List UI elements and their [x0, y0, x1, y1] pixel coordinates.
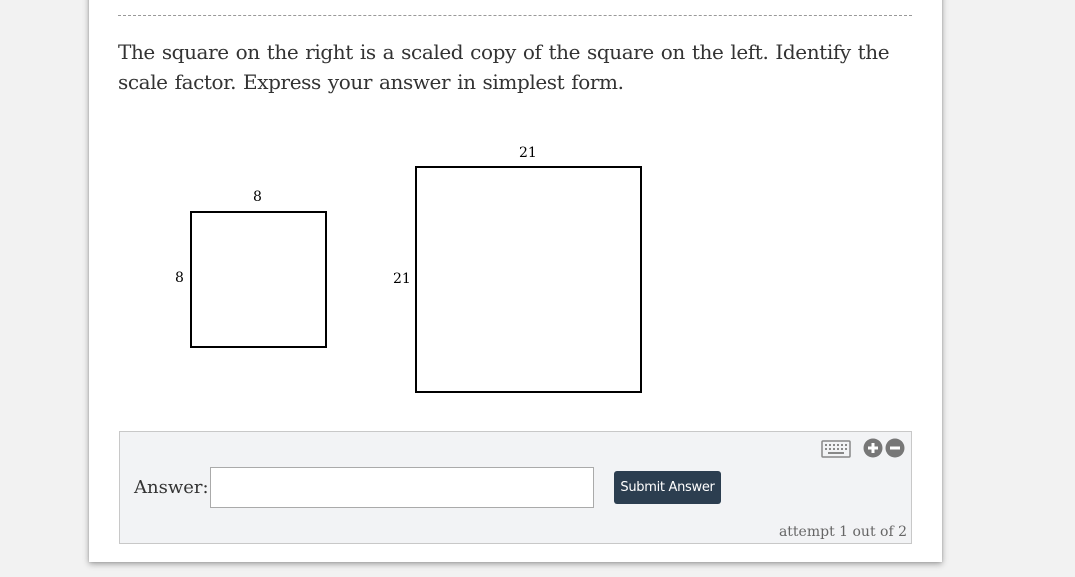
right-square — [415, 166, 642, 393]
question-text: The square on the right is a scaled copy… — [118, 40, 890, 94]
left-square-side-label: 8 — [175, 270, 184, 286]
right-square-top-label: 21 — [519, 145, 537, 161]
keyboard-icon[interactable] — [821, 439, 851, 459]
left-square-top-label: 8 — [253, 189, 262, 205]
answer-panel: Answer: Submit Answer attempt 1 out of 2 — [119, 431, 912, 544]
zoom-out-icon[interactable] — [885, 438, 905, 458]
answer-input[interactable] — [210, 467, 594, 508]
question-card: The square on the right is a scaled copy… — [89, 0, 942, 562]
answer-label: Answer: — [134, 477, 209, 498]
right-square-side-label: 21 — [393, 271, 411, 287]
submit-answer-button[interactable]: Submit Answer — [614, 471, 721, 504]
zoom-in-icon[interactable] — [863, 438, 883, 458]
left-square — [190, 211, 327, 348]
attempt-counter: attempt 1 out of 2 — [778, 524, 907, 540]
divider — [118, 15, 912, 16]
